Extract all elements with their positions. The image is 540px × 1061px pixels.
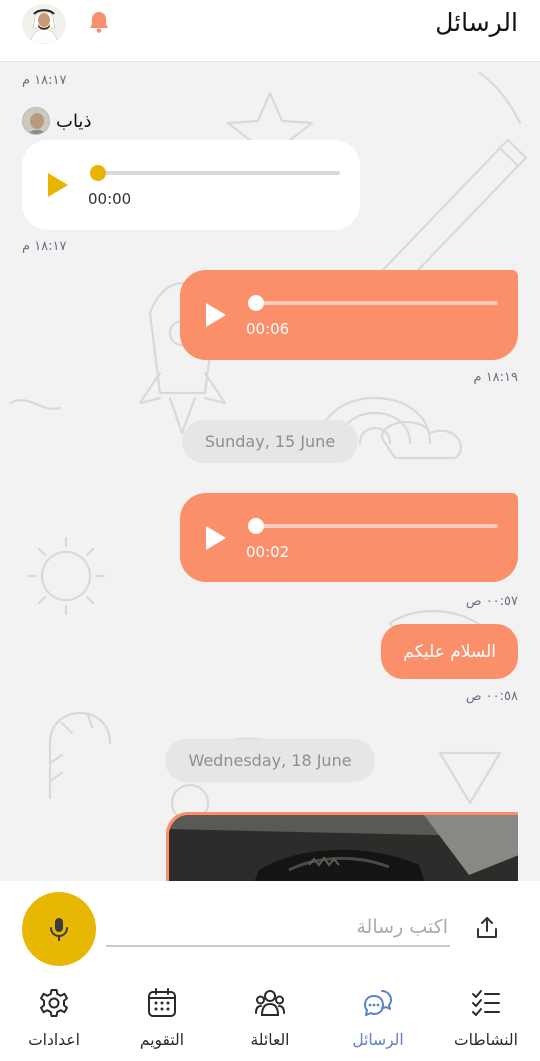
tab-label: التقويم bbox=[139, 1031, 185, 1049]
tab-label: العائلة bbox=[250, 1031, 290, 1049]
family-icon bbox=[255, 990, 285, 1016]
play-icon[interactable] bbox=[204, 525, 228, 551]
audio-duration: 00:06 bbox=[246, 320, 290, 338]
audio-message-incoming: 00:00 bbox=[22, 140, 360, 230]
bottom-tab-bar: اعدادات التقويم العائلة الرسائل النشاطات bbox=[0, 973, 540, 1061]
date-separator: Wednesday, 18 June bbox=[165, 739, 375, 782]
audio-message-outgoing: 00:06 bbox=[180, 270, 518, 360]
tab-calendar[interactable]: التقويم bbox=[108, 973, 216, 1061]
audio-duration: 00:00 bbox=[88, 190, 132, 208]
play-icon[interactable] bbox=[204, 302, 228, 328]
audio-progress-track[interactable] bbox=[256, 301, 498, 305]
chat-icon bbox=[364, 990, 392, 1016]
audio-progress-track[interactable] bbox=[98, 171, 340, 175]
play-icon[interactable] bbox=[46, 172, 70, 198]
checklist-icon bbox=[472, 990, 500, 1016]
tab-label: الرسائل bbox=[352, 1031, 404, 1049]
page-title: الرسائل bbox=[435, 8, 518, 37]
bell-icon[interactable] bbox=[86, 9, 112, 35]
mic-icon bbox=[50, 918, 68, 941]
audio-duration: 00:02 bbox=[246, 543, 290, 561]
user-avatar[interactable] bbox=[22, 4, 66, 44]
tab-family[interactable]: العائلة bbox=[216, 973, 324, 1061]
message-composer bbox=[0, 881, 540, 973]
message-input[interactable] bbox=[106, 909, 450, 947]
audio-seek-handle[interactable] bbox=[90, 165, 106, 181]
calendar-icon bbox=[148, 988, 176, 1017]
message-timestamp: ١٨:١٧ م bbox=[22, 73, 67, 88]
audio-message-outgoing: 00:02 bbox=[180, 493, 518, 582]
chat-area[interactable]: ١٨:١٧ م ذياب 00:00 ١٨:١٧ م 00:06 ١٨:١٩ م… bbox=[0, 63, 540, 881]
message-sender: ذياب bbox=[22, 107, 91, 135]
tab-label: النشاطات bbox=[454, 1031, 518, 1049]
gear-icon bbox=[40, 989, 68, 1017]
audio-progress-track[interactable] bbox=[256, 524, 498, 528]
message-timestamp: ٠٠:٥٨ ص bbox=[465, 689, 518, 704]
tab-label: اعدادات bbox=[28, 1031, 80, 1049]
text-message-outgoing: السلام عليكم bbox=[381, 624, 518, 679]
message-timestamp: ١٨:١٧ م bbox=[22, 239, 67, 254]
upload-icon[interactable] bbox=[474, 915, 500, 941]
image-message-outgoing[interactable] bbox=[166, 812, 518, 881]
tab-messages[interactable]: الرسائل bbox=[324, 973, 432, 1061]
message-timestamp: ٠٠:٥٧ ص bbox=[465, 594, 518, 609]
tab-settings[interactable]: اعدادات bbox=[0, 973, 108, 1061]
tab-activities[interactable]: النشاطات bbox=[432, 973, 540, 1061]
message-timestamp: ١٨:١٩ م bbox=[473, 370, 519, 385]
app-header: الرسائل bbox=[0, 0, 540, 62]
sender-name: ذياب bbox=[56, 110, 92, 132]
audio-seek-handle[interactable] bbox=[248, 518, 264, 534]
record-voice-button[interactable] bbox=[22, 892, 96, 966]
audio-seek-handle[interactable] bbox=[248, 295, 264, 311]
date-separator: Sunday, 15 June bbox=[182, 420, 358, 463]
sender-avatar bbox=[22, 107, 50, 135]
message-photo[interactable] bbox=[169, 815, 518, 881]
